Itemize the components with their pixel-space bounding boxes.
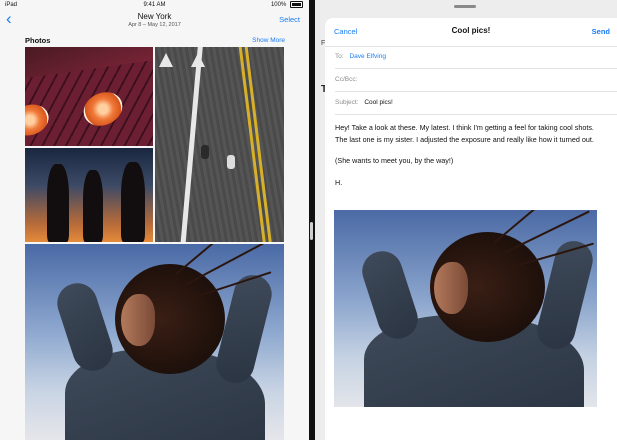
person-arm [52,278,118,376]
body-paragraph: (She wants to meet you, by the way!) [335,156,454,165]
status-time: 9:41 AM [143,2,166,8]
photos-section-header: Photos Show More [0,33,309,47]
mail-pane: F T Cancel Cool pics! Send To: Dave Elfv… [315,0,617,440]
to-label: To: [335,53,344,60]
cc-bcc-field[interactable]: Cc/Bcc: [335,69,617,92]
photos-nav-bar: ‹ New York Apr 8 – May 12, 2017 Select [0,10,309,32]
section-title: Photos [25,36,51,45]
person-face [434,262,468,314]
sheet-grabber[interactable] [454,5,476,8]
photos-pane: iPad 9:41 AM 100% ‹ New York Apr 8 – May… [0,0,309,440]
pedestrian [201,145,209,159]
to-field[interactable]: To: Dave Elfving [335,46,617,69]
compose-sheet: Cancel Cool pics! Send To: Dave Elfving … [325,18,617,440]
photo-tile-road[interactable] [155,47,284,242]
compose-header: Cancel Cool pics! Send [325,18,617,47]
signature: H. [335,177,343,187]
attached-photo[interactable] [334,210,597,407]
photo-tile-silhouettes[interactable] [25,148,153,242]
moment-location: New York [137,12,172,21]
silhouette-person [121,162,145,242]
silhouette-person [83,170,103,242]
subject-label: Subject: [335,99,359,106]
silhouette-person [47,164,69,242]
subject-value[interactable]: Cool pics! [364,99,393,106]
photo-tile-oranges[interactable] [25,47,153,146]
show-more-link[interactable]: Show More [252,37,285,44]
person-face [121,294,155,346]
send-button[interactable]: Send [592,27,610,36]
moment-date-range: Apr 8 – May 12, 2017 [128,22,181,28]
body-paragraph: Hey! Take a look at these. My latest. I … [335,123,594,144]
road-arrow-icon [159,53,173,67]
pedestrian [227,155,235,169]
road-arrow-icon [191,53,205,67]
divider-handle[interactable] [310,222,313,240]
battery-percent: 100% [270,2,287,8]
photo-tile-portrait[interactable] [25,244,284,440]
battery-status: 100% [271,0,303,10]
compose-title: Cool pics! [451,26,491,35]
message-body[interactable]: Hey! Take a look at these. My latest. I … [335,122,605,198]
subject-field[interactable]: Subject: Cool pics! [335,92,617,115]
battery-icon [290,0,303,8]
select-button[interactable]: Select [279,15,300,24]
cc-bcc-label: Cc/Bcc: [335,76,358,83]
person-arm [357,246,423,344]
status-bar: iPad 9:41 AM 100% [0,0,309,10]
to-recipient[interactable]: Dave Elfving [349,53,386,60]
